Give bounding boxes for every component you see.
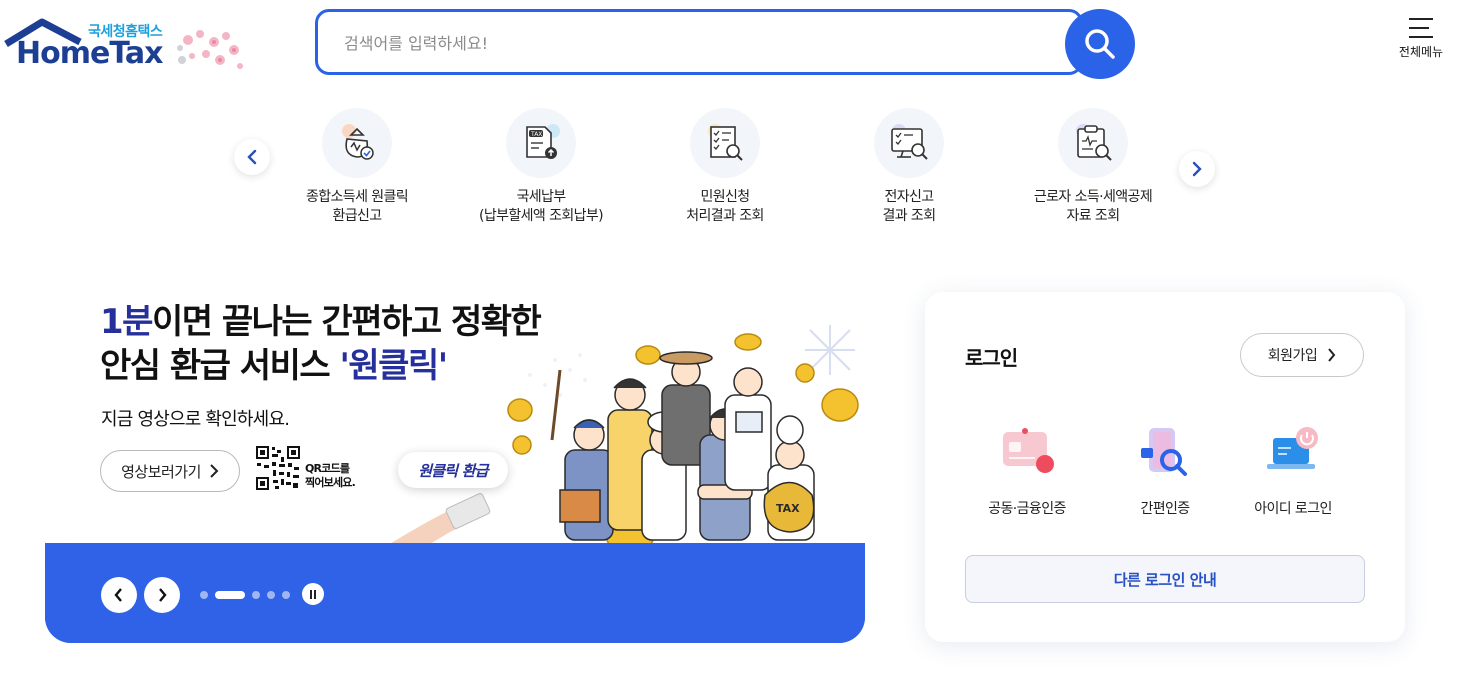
banner-next-button[interactable] — [144, 577, 180, 613]
search-box — [315, 9, 1083, 75]
quick-menu-prev-button[interactable] — [234, 139, 270, 175]
signup-label: 회원가입 — [1267, 348, 1318, 364]
search-input[interactable] — [342, 26, 1046, 60]
slide-indicator-5[interactable] — [282, 591, 290, 599]
qr-instruction: QR코드를 찍어보세요. — [305, 462, 356, 490]
headline-line2: 안심 환급 서비스 — [100, 346, 340, 386]
hamburger-icon — [1409, 18, 1433, 38]
chevron-right-icon — [1328, 348, 1336, 362]
quick-item-label-2: 자료 조회 — [1066, 208, 1121, 224]
quick-item-label-1: 종합소득세 원클릭 — [305, 189, 409, 205]
all-menu-button[interactable]: 전체메뉴 — [1392, 18, 1450, 60]
banner-pause-button[interactable] — [302, 583, 324, 605]
quick-item-income-tax-refund[interactable]: 종합소득세 원클릭환급신고 — [272, 108, 442, 226]
quick-item-label-2: 처리결과 조회 — [686, 208, 764, 224]
headline-accent: 1분 — [100, 302, 153, 342]
qr-line2: 찍어보세요. — [305, 476, 356, 489]
one-click-refund-badge: 원클릭 환급 — [398, 452, 508, 488]
quick-item-e-filing-result[interactable]: 전자신고결과 조회 — [824, 108, 994, 226]
quick-item-label-2: 결과 조회 — [882, 208, 937, 224]
search-button[interactable] — [1065, 9, 1135, 79]
login-panel: 로그인 회원가입 공동·금융인증 간편인증 아이디 로그인 다른 로그인 안내 — [925, 292, 1405, 642]
banner-prev-button[interactable] — [101, 577, 137, 613]
hometax-logo[interactable]: 국세청홈택스 HomeTax — [4, 16, 254, 78]
simple-auth-login-option[interactable]: 간편인증 — [1095, 422, 1235, 518]
qr-line1: QR코드를 — [305, 462, 350, 475]
search-icon — [1085, 29, 1115, 59]
banner-illustration: TAX — [380, 325, 859, 550]
chevron-left-icon — [247, 149, 257, 165]
certificate-login-option[interactable]: 공동·금융인증 — [957, 422, 1097, 518]
cherry-blossom-icon — [177, 30, 243, 69]
clipboard-search-icon — [1058, 108, 1128, 178]
logo-english-text: HomeTax — [16, 36, 164, 71]
quick-item-label-2: 환급신고 — [332, 208, 382, 224]
other-login-guide-button[interactable]: 다른 로그인 안내 — [965, 555, 1365, 603]
login-title: 로그인 — [965, 346, 1018, 370]
svg-text:TAX: TAX — [530, 131, 542, 138]
certificate-card-icon — [995, 422, 1059, 486]
quick-item-civil-petition[interactable]: 민원신청처리결과 조회 — [640, 108, 810, 226]
watch-video-label: 영상보러가기 — [121, 462, 201, 481]
certificate-login-label: 공동·금융인증 — [988, 501, 1066, 517]
signup-button[interactable]: 회원가입 — [1240, 333, 1364, 377]
banner-subtitle: 지금 영상으로 확인하세요. — [101, 409, 290, 430]
chevron-right-icon — [210, 464, 219, 478]
chevron-right-icon — [1192, 161, 1202, 177]
monitor-search-icon — [874, 108, 944, 178]
quick-item-label-1: 근로자 소득·세액공제 — [1033, 189, 1153, 205]
quick-item-worker-deduction[interactable]: 근로자 소득·세액공제자료 조회 — [1008, 108, 1178, 226]
quick-item-label-1: 국세납부 — [516, 189, 566, 205]
money-bag-check-icon — [322, 108, 392, 178]
quick-item-tax-payment[interactable]: TAX 국세납부 (납부할세액 조회납부) — [456, 108, 626, 226]
slide-indicator-4[interactable] — [267, 591, 275, 599]
id-login-option[interactable]: 아이디 로그인 — [1223, 422, 1363, 518]
qr-code-image — [255, 445, 301, 491]
quick-item-label-1: 민원신청 — [700, 189, 750, 205]
pause-icon — [310, 589, 316, 599]
slide-indicator-2[interactable] — [215, 591, 245, 599]
slide-indicator-3[interactable] — [252, 591, 260, 599]
all-menu-label: 전체메뉴 — [1398, 45, 1444, 59]
tax-document-upload-icon: TAX — [506, 108, 576, 178]
svg-text:TAX: TAX — [776, 502, 800, 515]
checklist-search-icon — [690, 108, 760, 178]
id-login-label: 아이디 로그인 — [1254, 501, 1332, 517]
phone-search-icon — [1133, 422, 1197, 486]
simple-auth-label: 간편인증 — [1140, 501, 1190, 517]
quick-menu-next-button[interactable] — [1179, 151, 1215, 187]
watch-video-button[interactable]: 영상보러가기 — [100, 450, 240, 492]
chevron-left-icon — [114, 588, 122, 602]
laptop-power-icon — [1261, 422, 1325, 486]
chevron-right-icon — [159, 588, 167, 602]
quick-item-label-2: (납부할세액 조회납부) — [478, 208, 604, 224]
quick-item-label-1: 전자신고 — [884, 189, 934, 205]
slide-indicator-1[interactable] — [200, 591, 208, 599]
